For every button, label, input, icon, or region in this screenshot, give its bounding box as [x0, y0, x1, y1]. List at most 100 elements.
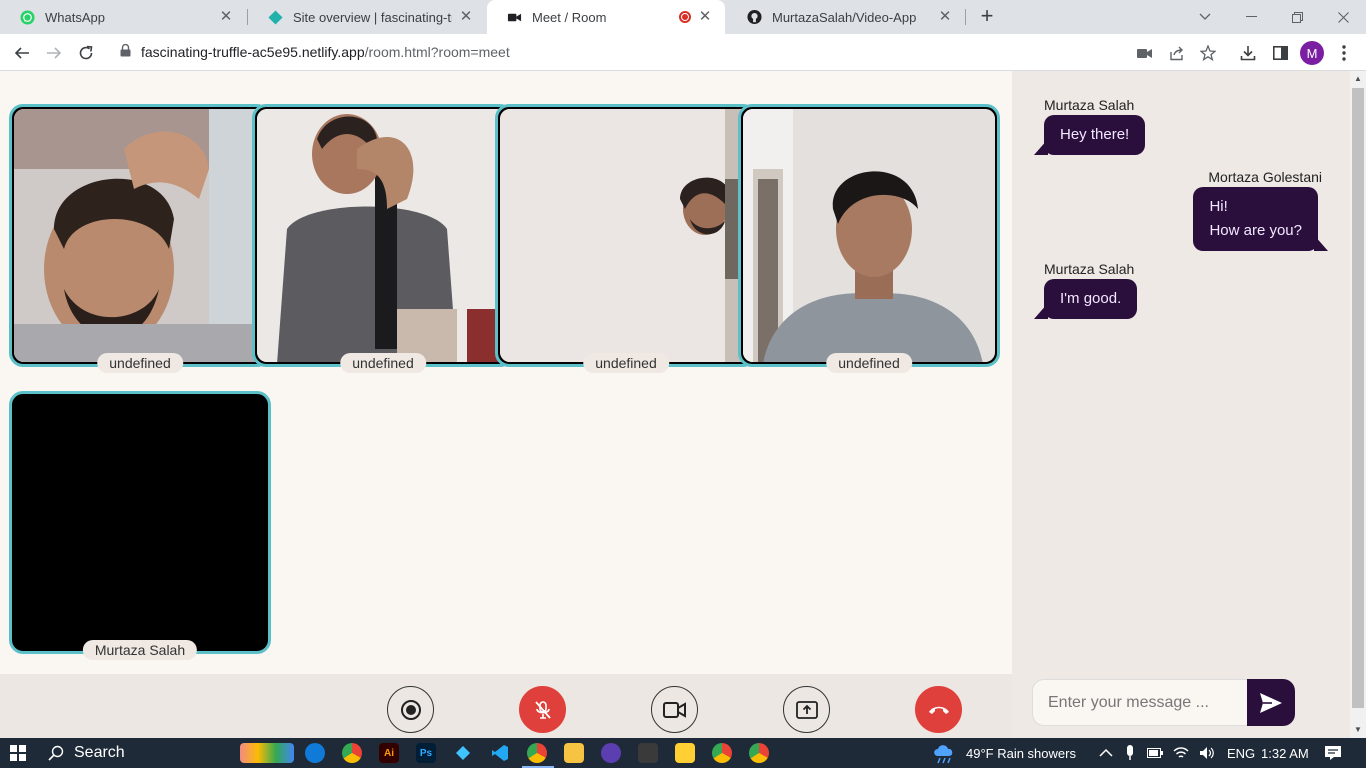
address-bar[interactable]: fascinating-truffle-ac5e95.netlify.app/r… — [110, 38, 1225, 66]
camera-icon — [507, 10, 522, 25]
chat-message: Murtaza Salah I'm good. — [1033, 261, 1138, 319]
message-bubble: Hi! How are you? — [1193, 187, 1328, 251]
notifications-icon[interactable] — [1324, 738, 1342, 768]
menu-kebab-icon[interactable] — [1333, 42, 1355, 64]
download-icon[interactable] — [1237, 42, 1259, 64]
scroll-up-arrow-icon[interactable]: ▲ — [1350, 71, 1366, 87]
volume-icon[interactable] — [1199, 746, 1215, 760]
sticky-app-icon[interactable] — [675, 743, 695, 763]
mic-off-icon — [534, 700, 551, 719]
scrollbar-thumb[interactable] — [1352, 88, 1364, 708]
tab-github[interactable]: MurtazaSalah/Video-App ✕ — [727, 0, 965, 34]
meet-room-page: undefined undefined undefined undefined … — [0, 71, 1350, 738]
page-scrollbar[interactable]: ▲ ▼ — [1350, 71, 1366, 738]
chrome-profile-2-icon[interactable] — [749, 743, 769, 763]
video-tile[interactable]: undefined — [252, 104, 514, 373]
restore-window-icon[interactable] — [1274, 0, 1320, 34]
reload-icon[interactable] — [72, 39, 100, 67]
dart-icon[interactable] — [453, 743, 473, 763]
chat-message-input[interactable] — [1032, 679, 1248, 726]
video-tile[interactable]: undefined — [495, 104, 757, 373]
close-window-icon[interactable] — [1320, 0, 1366, 34]
chrome-profile-icon[interactable] — [712, 743, 732, 763]
netlify-icon — [268, 9, 283, 25]
bookmark-star-icon[interactable] — [1197, 42, 1219, 64]
close-tab-icon[interactable]: ✕ — [937, 9, 953, 25]
tray-chevron-up-icon[interactable] — [1099, 748, 1113, 758]
chrome-active-icon[interactable] — [527, 743, 547, 763]
url-host: fascinating-truffle-ac5e95.netlify.app — [141, 44, 365, 60]
minimize-icon[interactable] — [1228, 0, 1274, 34]
weather-widget[interactable]: 49°F Rain showers — [932, 738, 1076, 768]
whatsapp-icon — [20, 9, 35, 25]
camera-button[interactable] — [651, 686, 698, 733]
phone-hangup-icon — [928, 706, 949, 714]
url-path: /room.html?room=meet — [364, 44, 510, 60]
scroll-down-arrow-icon[interactable]: ▼ — [1350, 722, 1366, 738]
participant-name-label: undefined — [583, 353, 669, 373]
message-line: Hi! — [1209, 198, 1228, 215]
message-bubble: I'm good. — [1033, 279, 1138, 319]
back-arrow-icon[interactable] — [8, 39, 36, 67]
windows-start-icon[interactable] — [10, 745, 26, 761]
tab-whatsapp[interactable]: WhatsApp ✕ — [0, 0, 246, 34]
tab-title: Site overview | fascinating-truffle — [293, 9, 452, 25]
close-tab-icon[interactable]: ✕ — [697, 9, 713, 25]
input-language[interactable]: ENG — [1227, 746, 1255, 761]
chrome-icon[interactable] — [342, 743, 362, 763]
video-icon — [662, 701, 686, 718]
send-message-button[interactable] — [1247, 679, 1295, 726]
vscode-icon[interactable] — [490, 743, 510, 763]
battery-icon[interactable] — [1147, 747, 1163, 759]
mute-button[interactable] — [519, 686, 566, 733]
photoshop-icon[interactable]: Ps — [416, 743, 436, 763]
video-tile[interactable]: undefined — [738, 104, 1000, 373]
windows-taskbar: Search Ai Ps 49°F Rain showers ENG 1:32 … — [0, 738, 1366, 768]
microphone-icon[interactable] — [1125, 745, 1135, 761]
record-button[interactable] — [387, 686, 434, 733]
close-tab-icon[interactable]: ✕ — [218, 9, 234, 25]
chat-message: Mortaza Golestani Hi! How are you? — [1193, 169, 1328, 251]
share-icon[interactable] — [1165, 42, 1187, 64]
search-label: Search — [74, 744, 125, 761]
leave-call-button[interactable] — [915, 686, 962, 733]
git-icon[interactable] — [638, 743, 658, 763]
tab-netlify[interactable]: Site overview | fascinating-truffle ✕ — [248, 0, 486, 34]
camera-in-use-icon[interactable] — [1133, 42, 1155, 64]
video-grid: undefined undefined undefined undefined … — [0, 71, 1012, 674]
side-panel-icon[interactable] — [1269, 42, 1291, 64]
tab-search-chevron-icon[interactable] — [1182, 0, 1228, 34]
share-screen-button[interactable] — [783, 686, 830, 733]
message-sender: Mortaza Golestani — [1208, 169, 1322, 185]
tab-meet-room[interactable]: Meet / Room ✕ — [487, 0, 725, 34]
file-explorer-icon[interactable] — [564, 743, 584, 763]
participant-name-label: undefined — [97, 353, 183, 373]
tab-title: MurtazaSalah/Video-App — [772, 9, 917, 25]
chat-message: Murtaza Salah Hey there! — [1033, 97, 1146, 155]
message-line: How are you? — [1209, 222, 1302, 239]
video-stream — [500, 109, 752, 362]
profile-avatar[interactable]: M — [1300, 41, 1324, 65]
wifi-icon[interactable] — [1173, 746, 1189, 760]
github-desktop-icon[interactable] — [601, 743, 621, 763]
illustrator-icon[interactable]: Ai — [379, 743, 399, 763]
recording-indicator-icon — [679, 11, 691, 23]
edge-icon[interactable] — [305, 743, 325, 763]
tab-separator — [965, 9, 966, 25]
video-stream — [257, 109, 509, 362]
video-stream — [14, 109, 266, 362]
close-tab-icon[interactable]: ✕ — [458, 9, 474, 25]
browser-tab-strip: WhatsApp ✕ Site overview | fascinating-t… — [0, 0, 1366, 34]
forward-arrow-icon[interactable] — [40, 39, 68, 67]
local-video-tile[interactable]: Murtaza Salah — [9, 391, 271, 660]
participant-name-label: undefined — [340, 353, 426, 373]
taskbar-search[interactable]: Search — [48, 738, 125, 768]
system-tray[interactable]: ENG — [1099, 738, 1255, 768]
send-icon — [1260, 692, 1282, 713]
participant-name-label: Murtaza Salah — [82, 640, 198, 660]
clock[interactable]: 1:32 AM — [1261, 738, 1309, 768]
record-icon — [400, 699, 421, 720]
search-highlights-icon[interactable] — [240, 743, 294, 763]
new-tab-button[interactable]: + — [975, 5, 999, 29]
video-tile[interactable]: undefined — [9, 104, 271, 373]
